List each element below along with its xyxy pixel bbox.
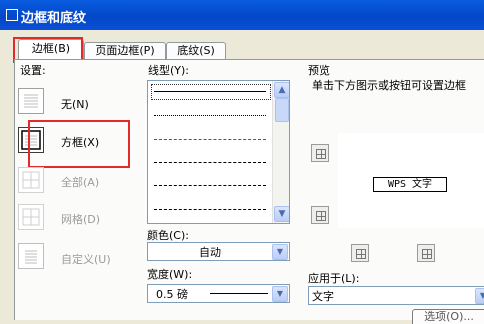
- apply-to-value: 文字: [312, 290, 334, 303]
- preview-hint: 单击下方图示或按钮可设置边框: [312, 79, 466, 92]
- options-button[interactable]: 选项(O)...: [412, 309, 484, 324]
- setting-highlight-box: [28, 120, 130, 168]
- line-style-solid[interactable]: [154, 91, 266, 92]
- chevron-down-icon[interactable]: ▼: [272, 286, 288, 302]
- chevron-down-icon[interactable]: ▼: [475, 288, 484, 304]
- scroll-down-icon[interactable]: ▼: [274, 206, 289, 222]
- color-dropdown[interactable]: 自动 ▼: [147, 242, 290, 261]
- color-label: 颜色(C):: [147, 229, 189, 242]
- setting-all-label: 全部(A): [61, 176, 100, 189]
- apply-to-label: 应用于(L):: [308, 272, 360, 285]
- width-sample-line: [210, 293, 268, 294]
- setting-none-icon[interactable]: [18, 88, 44, 114]
- preview-sample-text: WPS 文字: [373, 177, 447, 192]
- setting-custom-icon[interactable]: [18, 243, 44, 269]
- left-border-button[interactable]: [351, 244, 369, 262]
- line-style-list[interactable]: ▲ ▼: [147, 80, 290, 224]
- top-border-button[interactable]: [311, 144, 329, 162]
- setting-grid-icon: [18, 204, 44, 230]
- chevron-down-icon[interactable]: ▼: [272, 244, 288, 260]
- width-value: 0.5 磅: [156, 288, 188, 301]
- setting-custom-label[interactable]: 自定义(U): [61, 251, 111, 267]
- right-border-button[interactable]: [417, 244, 435, 262]
- line-style-long-dash[interactable]: [154, 209, 266, 210]
- dialog-title: 边框和底纹: [21, 11, 87, 26]
- width-dropdown[interactable]: 0.5 磅 ▼: [147, 284, 290, 303]
- tab-shading[interactable]: 底纹(S): [166, 42, 226, 59]
- settings-label: 设置:: [20, 64, 46, 77]
- preview-label: 预览: [308, 64, 330, 77]
- width-label: 宽度(W):: [147, 268, 193, 281]
- line-style-label: 线型(Y):: [148, 64, 190, 77]
- tab-page-border[interactable]: 页面边框(P): [84, 42, 166, 59]
- color-value: 自动: [199, 246, 221, 259]
- scroll-up-icon[interactable]: ▲: [274, 82, 289, 98]
- setting-none-label[interactable]: 无(N): [61, 96, 89, 112]
- selected-line-style[interactable]: [151, 84, 271, 100]
- line-style-fine-dash[interactable]: [154, 139, 266, 140]
- line-style-dash[interactable]: [154, 162, 266, 163]
- line-style-dotted[interactable]: [154, 115, 266, 116]
- setting-all-icon: [18, 167, 44, 193]
- line-style-dash-dot[interactable]: [154, 185, 266, 186]
- bottom-border-button[interactable]: [311, 206, 329, 224]
- line-style-scrollbar[interactable]: ▲ ▼: [272, 81, 289, 223]
- setting-grid-label: 网格(D): [61, 213, 101, 226]
- title-bar: 边框和底纹: [0, 0, 484, 30]
- scroll-thumb[interactable]: [275, 98, 289, 122]
- window-icon: [6, 9, 18, 21]
- apply-to-dropdown[interactable]: 文字 ▼: [308, 286, 484, 305]
